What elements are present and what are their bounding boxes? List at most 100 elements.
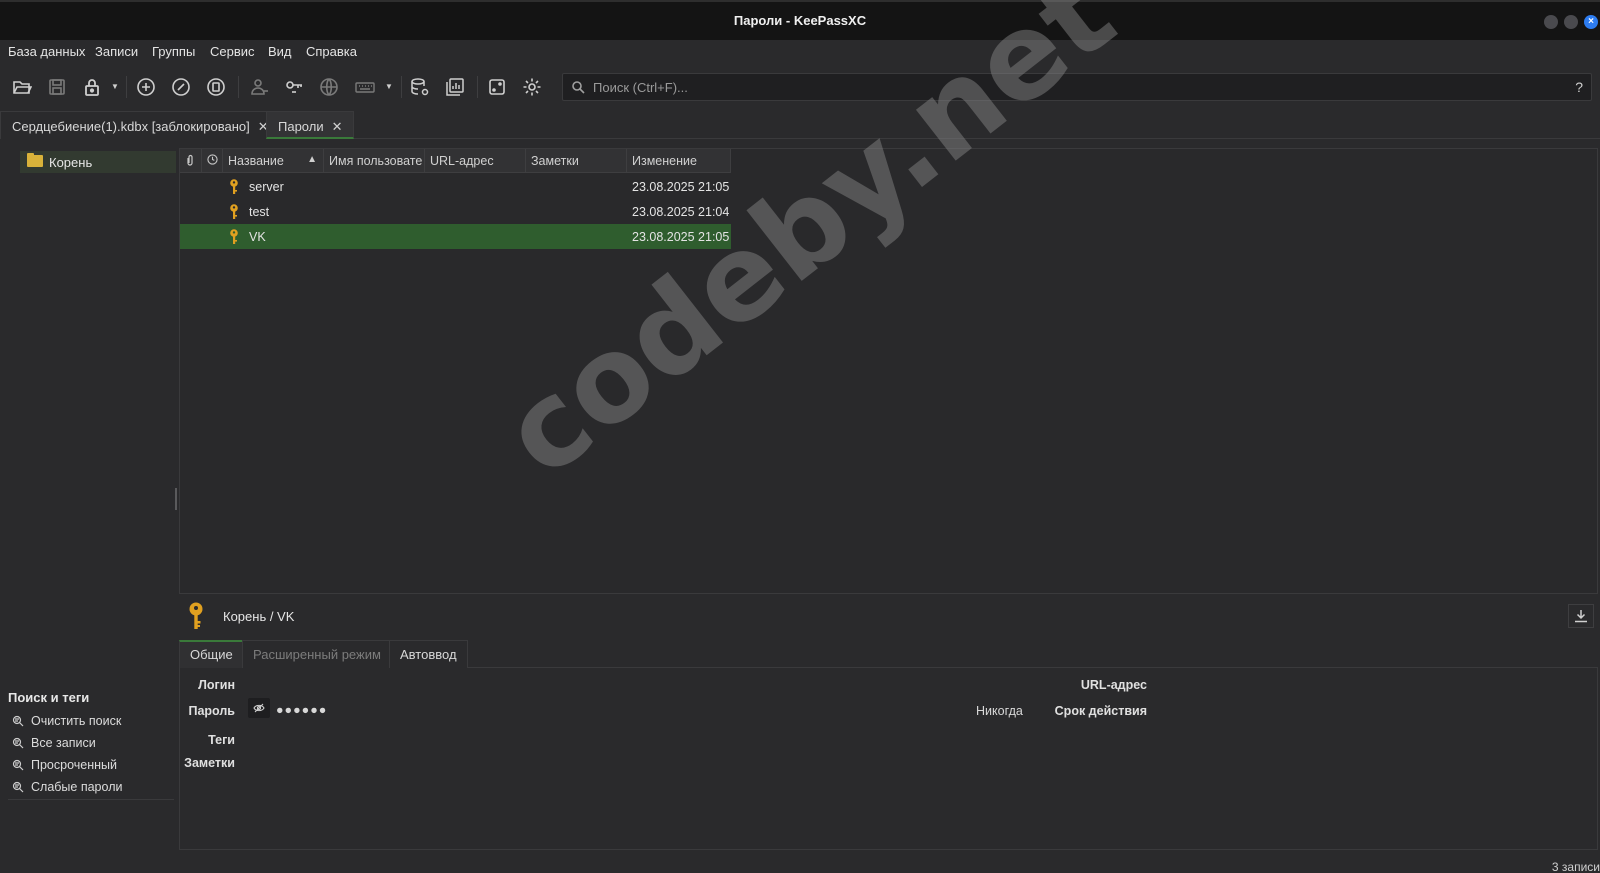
settings-icon[interactable] <box>520 75 544 99</box>
sidebar-splitter[interactable] <box>175 488 177 510</box>
password-generator-icon[interactable] <box>485 75 509 99</box>
search-list-icon <box>12 715 24 727</box>
tab-label: Пароли <box>278 119 324 134</box>
paperclip-icon <box>187 154 193 166</box>
menu-bar: База данных Записи Группы Сервис Вид Спр… <box>0 40 1600 64</box>
table-header: Название ▲ Имя пользовате URL-адрес Заме… <box>180 149 731 173</box>
login-label: Логин <box>198 678 235 692</box>
reports-icon[interactable] <box>443 75 467 99</box>
preview-tabs: Общие Расширенный режим Автоввод <box>179 640 1598 668</box>
entry-title: test <box>249 205 270 219</box>
column-url[interactable]: URL-адрес <box>425 149 526 173</box>
save-database-icon[interactable] <box>45 75 69 99</box>
clock-icon <box>207 154 218 165</box>
key-icon <box>189 602 203 629</box>
copy-password-icon[interactable] <box>282 75 306 99</box>
minimize-button[interactable] <box>1544 15 1558 29</box>
search-tags-panel: Поиск и теги Очистить поиск Все записи П… <box>0 686 176 806</box>
toolbar-separator <box>477 76 478 98</box>
tab-general[interactable]: Общие <box>179 640 244 668</box>
table-row[interactable]: test 23.08.2025 21:04 <box>180 199 731 224</box>
group-root-label: Корень <box>49 155 93 170</box>
notes-label: Заметки <box>184 756 235 770</box>
table-row[interactable]: server 23.08.2025 21:05 <box>180 174 731 199</box>
tab-autotype[interactable]: Автоввод <box>389 640 468 668</box>
group-tree: Корень <box>0 148 176 688</box>
add-entry-icon[interactable] <box>134 75 158 99</box>
tab-locked-database[interactable]: Сердцебиение(1).kdbx [заблокировано] ✕ <box>0 111 280 139</box>
column-username[interactable]: Имя пользовате <box>324 149 425 173</box>
lock-dropdown-arrow[interactable]: ▼ <box>111 82 119 91</box>
expiry-column-header[interactable] <box>202 149 223 173</box>
entry-title: server <box>249 180 284 194</box>
entry-path: Корень / VK <box>223 609 295 624</box>
window-title: Пароли - KeePassXC <box>733 13 867 28</box>
menu-groups[interactable]: Группы <box>152 44 195 59</box>
edit-entry-icon[interactable] <box>169 75 193 99</box>
sort-ascending-icon: ▲ <box>307 154 317 165</box>
lock-database-icon[interactable] <box>80 75 104 99</box>
menu-database[interactable]: База данных <box>8 44 85 59</box>
key-icon <box>230 179 238 194</box>
tab-advanced[interactable]: Расширенный режим <box>242 640 392 668</box>
group-root[interactable]: Корень <box>20 151 176 173</box>
close-tab-icon[interactable]: ✕ <box>332 119 343 134</box>
column-title[interactable]: Название ▲ <box>223 149 324 173</box>
search-placeholder: Поиск (Ctrl+F)... <box>593 80 688 95</box>
preview-general-panel: Логин Пароль ●●●●●● Теги Заметки URL-адр… <box>179 668 1598 850</box>
autotype-icon[interactable] <box>353 75 377 99</box>
all-entries-label: Все записи <box>31 736 96 750</box>
toolbar-separator <box>401 76 402 98</box>
title-bar: Пароли - KeePassXC × <box>0 0 1600 40</box>
clear-search-label: Очистить поиск <box>31 714 122 728</box>
weak-passwords-item[interactable]: Слабые пароли <box>12 780 122 794</box>
column-modified[interactable]: Изменение <box>627 149 731 173</box>
divider <box>8 799 174 800</box>
folder-icon <box>27 153 43 167</box>
copy-url-icon[interactable] <box>317 75 341 99</box>
search-help-button[interactable]: ? <box>1575 79 1583 95</box>
open-database-icon[interactable] <box>10 75 34 99</box>
maximize-button[interactable] <box>1564 15 1578 29</box>
expired-item[interactable]: Просроченный <box>12 758 117 772</box>
status-bar-entry-count: 3 записи <box>1551 860 1600 873</box>
database-tabs: Сердцебиение(1).kdbx [заблокировано] ✕ Па… <box>0 111 1600 139</box>
menu-help[interactable]: Справка <box>306 44 357 59</box>
key-icon <box>230 204 238 219</box>
search-list-icon <box>12 781 24 793</box>
tab-label: Сердцебиение(1).kdbx [заблокировано] <box>12 119 250 134</box>
toggle-password-visibility-button[interactable] <box>248 698 270 718</box>
expiry-value: Никогда <box>976 704 1023 718</box>
toolbar-separator <box>126 76 127 98</box>
entry-title: VK <box>249 230 266 244</box>
clear-search-item[interactable]: Очистить поиск <box>12 714 121 728</box>
close-window-button[interactable]: × <box>1584 15 1598 29</box>
key-icon <box>230 229 238 244</box>
database-settings-icon[interactable] <box>408 75 432 99</box>
download-attachments-button[interactable] <box>1568 604 1594 628</box>
expired-label: Просроченный <box>31 758 118 772</box>
autotype-dropdown-arrow[interactable]: ▼ <box>385 82 393 91</box>
attachment-column-header[interactable] <box>180 149 202 173</box>
expiry-label: Срок действия <box>1054 704 1147 718</box>
entry-preview: Корень / VK Общие Расширенный режим Авто… <box>179 598 1598 850</box>
search-list-icon <box>12 759 24 771</box>
table-row-selected[interactable]: VK 23.08.2025 21:05 <box>180 224 731 249</box>
toolbar-separator <box>238 76 239 98</box>
tab-passwords[interactable]: Пароли ✕ <box>266 111 354 139</box>
weak-passwords-label: Слабые пароли <box>31 780 123 794</box>
menu-view[interactable]: Вид <box>268 44 292 59</box>
tags-label: Теги <box>208 733 235 747</box>
entry-modified: 23.08.2025 21:05 <box>632 180 730 194</box>
eye-hidden-icon <box>253 703 265 713</box>
url-label: URL-адрес <box>1080 678 1147 692</box>
search-tags-title: Поиск и теги <box>8 690 90 705</box>
delete-entry-icon[interactable] <box>204 75 228 99</box>
copy-username-icon[interactable] <box>247 75 271 99</box>
all-entries-item[interactable]: Все записи <box>12 736 96 750</box>
column-title-label: Название <box>228 154 284 168</box>
menu-tools[interactable]: Сервис <box>210 44 255 59</box>
column-notes[interactable]: Заметки <box>526 149 627 173</box>
menu-entries[interactable]: Записи <box>95 44 138 59</box>
search-icon <box>572 81 585 94</box>
